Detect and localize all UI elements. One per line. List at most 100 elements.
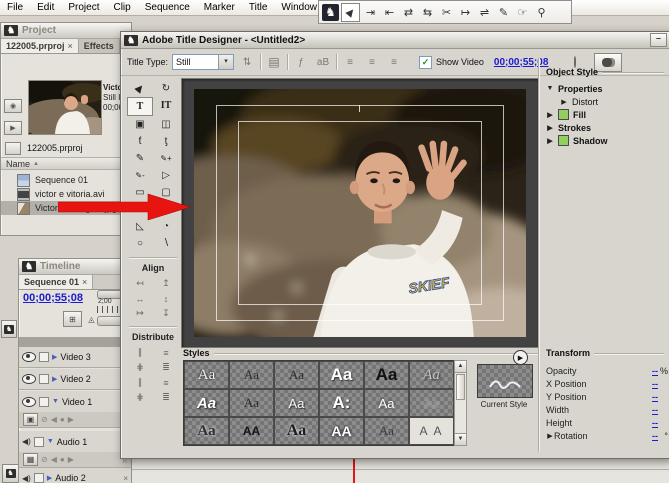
track-expand-icon[interactable]: ▼ [52,398,59,405]
distribute-vertical-center-icon[interactable]: ≣ [153,360,179,375]
style-swatch[interactable]: Aa [184,361,229,389]
tree-item-distort[interactable]: ▶ Distort [546,95,664,108]
slip-tool-icon[interactable]: ↦ [457,4,474,21]
prev-keyframe-icon[interactable]: ◀ [51,415,57,424]
timeline-panel-header[interactable]: ♞ Timeline [19,259,131,275]
toggle-track-output-icon[interactable] [22,352,36,362]
style-swatch[interactable]: AA [229,417,274,445]
tree-collapsed-icon[interactable]: ▶ [546,137,554,145]
align-center-icon[interactable]: ≡ [363,54,381,70]
track-expand-icon[interactable]: ▼ [47,438,54,445]
style-swatch[interactable]: AA [319,417,364,445]
convert-anchor-point-tool[interactable]: ▷ [153,167,179,184]
align-horizontal-center-icon[interactable]: ↔ [127,291,153,306]
tab-close-icon[interactable]: × [68,41,73,51]
next-keyframe-icon[interactable]: ▶ [68,455,74,464]
style-swatch[interactable]: Aa [274,389,319,417]
track-lock-toggle[interactable] [39,352,49,362]
minimize-button[interactable]: – [650,33,667,47]
style-swatch[interactable]: Aa [409,361,454,389]
align-horizontal-right-icon[interactable]: ↦ [127,306,153,321]
style-swatch[interactable]: Aa [274,361,319,389]
scrollbar-thumb[interactable] [456,374,465,400]
rate-stretch-tool-icon[interactable]: ⇆ [419,4,436,21]
tree-collapsed-icon[interactable]: ▶ [546,124,554,132]
y-position-value[interactable]: -- [652,392,658,402]
font-browser-icon[interactable]: ƒ [292,54,310,70]
menu-sequence[interactable]: Sequence [138,1,197,14]
style-swatch[interactable]: Aa [364,361,409,389]
menu-marker[interactable]: Marker [197,1,242,14]
track-lock-toggle[interactable] [39,397,49,407]
poster-frame-camera-icon[interactable]: ◉ [4,99,22,113]
fill-enabled-checkbox[interactable] [558,109,569,120]
rotation-tool[interactable]: ↻ [153,80,179,97]
distribute-horizontal-left-icon[interactable]: ∥ [127,345,153,360]
style-swatch[interactable]: Aa [409,389,454,417]
tab-project-file[interactable]: 122005.prproj × [1,39,79,53]
tree-item-properties[interactable]: ▼ Properties [546,82,664,95]
track-lock-toggle[interactable] [34,473,44,483]
slide-tool-icon[interactable]: ⇌ [476,4,493,21]
designer-timecode[interactable]: 00;00;55;08 [494,57,548,68]
track-audio-1[interactable]: ◀) ▼ Audio 1 × [19,431,131,452]
tree-item-strokes[interactable]: ▶ Strokes [546,121,664,134]
toggle-track-output-icon[interactable] [22,397,36,407]
style-swatch[interactable]: Aa [229,389,274,417]
styles-scrollbar[interactable]: ▲ ▼ [454,360,467,446]
preview-play-icon[interactable]: ▶ [4,121,22,135]
hand-tool-icon[interactable]: ☞ [514,4,531,21]
selection-tool[interactable]: ▶ [127,80,153,97]
style-swatch[interactable]: Aa [184,417,229,445]
tree-collapsed-icon[interactable]: ▶ [546,432,554,440]
show-keyframes-icon[interactable]: ⊘ [41,415,48,424]
track-collapse-icon[interactable]: ▶ [52,353,57,361]
show-keyframes-icon[interactable]: ⊘ [41,455,48,464]
vertical-path-type-tool[interactable]: ƫ [153,133,179,150]
style-swatch[interactable]: Aa [364,389,409,417]
tree-collapsed-icon[interactable]: ▶ [546,111,554,119]
toggle-track-output-icon[interactable] [22,374,36,384]
razor-tool-icon[interactable]: ✂ [438,4,455,21]
tree-item-fill[interactable]: ▶ Fill [546,108,664,121]
menu-title[interactable]: Title [242,1,275,14]
title-canvas[interactable]: SKIEF [181,78,539,348]
chevron-down-icon[interactable]: ▾ [218,55,233,69]
toggle-track-audio-icon[interactable]: ◀) [22,437,31,446]
project-panel-header[interactable]: ♞ Project [1,23,131,39]
track-collapse-icon[interactable]: ▶ [47,474,52,482]
list-item-sequence[interactable]: Sequence 01 [1,173,129,187]
style-swatch[interactable]: A: [319,389,364,417]
next-keyframe-icon[interactable]: ▶ [68,415,74,424]
align-horizontal-left-icon[interactable]: ↤ [127,276,153,291]
current-style-swatch[interactable] [477,364,533,398]
prev-keyframe-icon[interactable]: ◀ [51,455,57,464]
align-vertical-top-icon[interactable]: ↥ [153,276,179,291]
scroll-up-icon[interactable]: ▲ [455,361,466,373]
docked-panel-tab[interactable]: ♞ [1,320,17,338]
style-swatch[interactable]: Aa [184,389,229,417]
menu-file[interactable]: File [0,1,30,14]
bin-row[interactable]: 122005.prproj [5,141,127,155]
menu-window[interactable]: Window [274,1,324,14]
docked-panel-tab[interactable]: ♞ [2,464,19,483]
distribute-vertical-even-icon[interactable]: ≣ [153,390,179,405]
delete-anchor-point-tool[interactable]: ✎- [127,167,153,184]
add-keyframe-icon[interactable]: ● [60,455,65,464]
horizontal-path-type-tool[interactable]: ƭ [127,133,153,150]
track-lock-toggle[interactable] [39,374,49,384]
track-video-2[interactable]: ▶ Video 2 [19,369,131,390]
style-swatch[interactable]: Aa [274,417,319,445]
rolling-edit-tool-icon[interactable]: ⇄ [400,4,417,21]
timeline-timecode[interactable]: 00;00;55;08 [23,292,83,304]
ellipse-tool[interactable]: ○ [127,235,153,252]
menu-clip[interactable]: Clip [106,1,137,14]
style-swatch[interactable]: Aa [229,361,274,389]
distribute-horizontal-even-icon[interactable]: ⋕ [127,390,153,405]
tree-collapsed-icon[interactable]: ▶ [560,98,568,106]
tab-sequence-01[interactable]: Sequence 01 × [19,275,93,289]
track-audio-2[interactable]: ◀) ▶ Audio 2 × [19,468,131,483]
align-vertical-center-icon[interactable]: ↕ [153,291,179,306]
tree-expanded-icon[interactable]: ▼ [546,85,554,92]
distribute-horizontal-center-icon[interactable]: ⋕ [127,360,153,375]
